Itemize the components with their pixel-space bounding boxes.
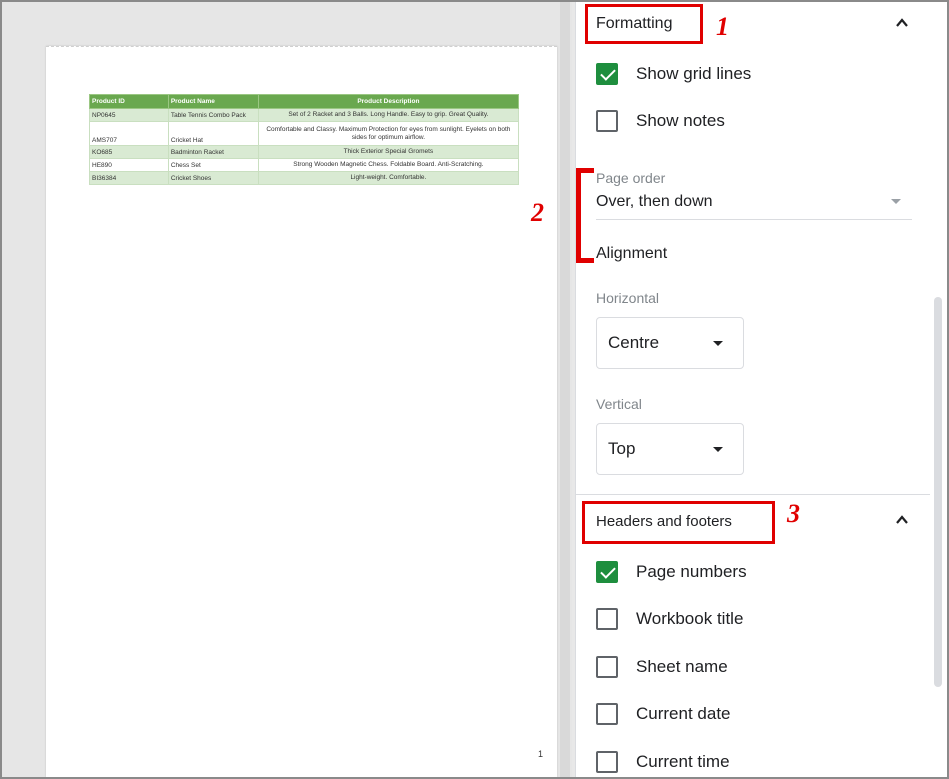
dropdown-arrow-icon [713,340,723,346]
table-cell: Cricket Hat [167,121,259,146]
table-cell: Set of 2 Racket and 3 Balls. Long Handle… [257,108,520,122]
dropdown-arrow-icon [713,446,723,452]
current-time-option[interactable]: Current time [596,749,730,775]
current-date-option[interactable]: Current date [596,701,731,727]
workbook-title-label: Workbook title [636,609,744,628]
column-header: Product Name [167,94,259,109]
page-numbers-option[interactable]: Page numbers [596,559,747,585]
horizontal-alignment-select[interactable]: Centre [596,317,744,369]
sheet-name-label: Sheet name [636,657,728,676]
table-row: BI36384 Cricket Shoes Light-weight. Comf… [89,171,520,185]
dropdown-arrow-icon[interactable] [891,199,901,204]
preview-page: Product ID Product Name Product Descript… [46,46,557,777]
table-cell: Thick Exterior Special Gromets [257,145,520,159]
show-grid-lines-option[interactable]: Show grid lines [596,61,751,87]
current-date-label: Current date [636,704,731,723]
page-numbers-label: Page numbers [636,562,747,581]
current-time-label: Current time [636,752,730,771]
table-row: HE890 Chess Set Strong Wooden Magnetic C… [89,158,520,172]
sheet-name-option[interactable]: Sheet name [596,654,728,680]
table-cell: BI36384 [89,171,169,185]
preview-scrollbar[interactable] [560,2,570,777]
current-date-checkbox[interactable] [596,703,618,725]
table-cell: Comfortable and Classy. Maximum Protecti… [257,121,520,146]
sheet-name-checkbox[interactable] [596,656,618,678]
chevron-up-icon[interactable] [895,513,909,527]
page-numbers-checkbox[interactable] [596,561,618,583]
annotation-number-2: 2 [531,198,544,227]
horizontal-label: Horizontal [596,290,660,306]
workbook-title-option[interactable]: Workbook title [596,606,743,632]
show-notes-checkbox[interactable] [596,110,618,132]
annotation-number-3: 3 [787,499,800,528]
table-row: NP0645 Table Tennis Combo Pack Set of 2 … [89,108,520,122]
alignment-title: Alignment [596,245,668,262]
horizontal-alignment-value: Centre [608,333,660,352]
column-header: Product Description [257,94,520,109]
sidebar-scrollbar[interactable] [934,297,942,687]
table-header-row: Product ID Product Name Product Descript… [89,94,520,109]
table-cell: KO685 [89,145,169,159]
show-grid-lines-checkbox[interactable] [596,63,618,85]
print-preview-area: Product ID Product Name Product Descript… [2,2,572,777]
annotation-bracket-page-order [576,168,594,263]
show-notes-label: Show notes [636,111,725,130]
table-cell: Chess Set [167,158,259,172]
annotation-number-1: 1 [716,12,729,41]
table-cell: AMS707 [89,121,169,146]
table-cell: Light-weight. Comfortable. [257,171,520,185]
workbook-title-checkbox[interactable] [596,608,618,630]
vertical-alignment-value: Top [608,439,636,458]
page-order-label: Page order [596,170,666,186]
vertical-label: Vertical [596,396,642,412]
table-cell: Badminton Racket [167,145,259,159]
current-time-checkbox[interactable] [596,751,618,773]
table-cell: HE890 [89,158,169,172]
headers-footers-section-title[interactable]: Headers and footers [596,513,732,530]
show-grid-lines-label: Show grid lines [636,64,752,83]
table-cell: Cricket Shoes [167,171,259,185]
column-header: Product ID [89,94,169,109]
table-cell: NP0645 [89,108,169,122]
preview-table: Product ID Product Name Product Descript… [89,94,520,185]
show-notes-option[interactable]: Show notes [596,108,725,134]
table-row: KO685 Badminton Racket Thick Exterior Sp… [89,145,520,159]
table-row: AMS707 Cricket Hat Comfortable and Class… [89,121,520,146]
print-settings-sidebar: Formatting Show grid lines Show notes Pa… [575,2,947,777]
vertical-alignment-select[interactable]: Top [596,423,744,475]
page-number: 1 [537,749,543,759]
chevron-up-icon[interactable] [895,16,909,30]
table-cell: Table Tennis Combo Pack [167,108,259,122]
formatting-section-title[interactable]: Formatting [596,15,672,33]
dropdown-underline [596,219,912,220]
section-divider [576,494,930,495]
table-cell: Strong Wooden Magnetic Chess. Foldable B… [257,158,520,172]
page-order-dropdown[interactable]: Over, then down [596,193,713,211]
